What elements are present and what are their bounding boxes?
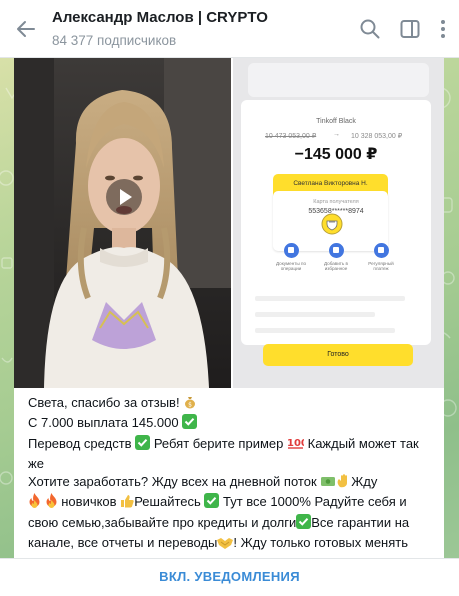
document-icon xyxy=(283,243,299,258)
fire-emoji-icon xyxy=(28,493,41,513)
star-icon xyxy=(328,243,344,258)
message-line: Жду xyxy=(351,474,378,490)
receipt-action-label: Регулярный платеж xyxy=(368,261,394,272)
chat-area: Tinkoff Black 10 473 053,00 ₽ → 10 328 0… xyxy=(0,58,459,558)
receipt-action-label: Добавить в избранное xyxy=(323,261,349,272)
done-button[interactable]: Готово xyxy=(263,344,413,366)
media-album: Tinkoff Black 10 473 053,00 ₽ → 10 328 0… xyxy=(14,58,444,388)
message-line: Решайтесь xyxy=(134,494,201,510)
receipt-screenshot[interactable]: Tinkoff Black 10 473 053,00 ₽ → 10 328 0… xyxy=(233,58,444,388)
receipt-action-documents[interactable]: Документы по операции xyxy=(271,243,311,272)
message-line: Ребят берите пример xyxy=(153,435,284,451)
receipt-recipient: Светлана Викторовна Н. xyxy=(293,180,368,187)
arrow-right-icon: → xyxy=(333,131,340,138)
hundred-points-emoji-icon: 100 xyxy=(287,436,308,455)
check-mark-emoji-icon xyxy=(135,434,151,455)
bank-logo-icon xyxy=(321,213,343,235)
channel-title[interactable]: Александр Маслов | CRYPTO xyxy=(52,9,268,26)
receipt-card-number: 553658******8974 xyxy=(308,208,364,215)
thumbs-up-emoji-icon xyxy=(120,494,134,513)
receipt-action-label: Документы по операции xyxy=(276,261,306,272)
svg-text:$: $ xyxy=(188,402,192,409)
repeat-icon xyxy=(373,243,389,258)
chat-header: Александр Маслов | CRYPTO 84 377 подписч… xyxy=(0,0,459,58)
subscriber-count: 84 377 подписчиков xyxy=(52,33,177,48)
bottom-bar: ВКЛ. УВЕДОМЛЕНИЯ xyxy=(0,558,459,596)
receipt-balance-old: 10 473 053,00 ₽ xyxy=(265,133,317,140)
message-text: Света, спасибо за отзыв! $ С 7.000 выпла… xyxy=(28,394,438,558)
message-line: новичков xyxy=(61,494,117,510)
play-icon[interactable] xyxy=(106,179,142,215)
receipt-card-label: Карта получателя xyxy=(313,199,359,205)
search-icon[interactable] xyxy=(358,17,382,41)
check-mark-emoji-icon xyxy=(204,493,220,513)
message-bubble: Tinkoff Black 10 473 053,00 ₽ → 10 328 0… xyxy=(14,58,444,558)
receipt-detail-line xyxy=(255,328,395,333)
side-panel-icon[interactable] xyxy=(398,17,422,41)
receipt-detail-line xyxy=(255,312,375,317)
video-thumbnail[interactable] xyxy=(14,58,231,388)
receipt-balance-new: 10 328 053,00 ₽ xyxy=(351,133,403,140)
message-line: Перевод средств xyxy=(28,435,132,451)
receipt-amount: −145 000 ₽ xyxy=(294,146,378,163)
fire-emoji-icon xyxy=(45,493,58,513)
receipt-action-recurring[interactable]: Регулярный платеж xyxy=(361,243,401,272)
receipt-action-favorite[interactable]: Добавить в избранное xyxy=(316,243,356,272)
message-line: Света, спасибо за отзыв! xyxy=(28,395,180,410)
message-line: С 7.000 выплата 145.000 xyxy=(28,415,179,431)
receipt-card: Tinkoff Black 10 473 053,00 ₽ → 10 328 0… xyxy=(241,100,431,345)
message-line: Хотите заработать? Жду всех на дневной п… xyxy=(28,474,317,490)
more-icon[interactable] xyxy=(431,17,455,41)
check-mark-emoji-icon xyxy=(182,414,198,434)
back-arrow-icon[interactable] xyxy=(14,17,38,41)
check-mark-emoji-icon xyxy=(296,513,312,534)
handshake-emoji-icon xyxy=(217,536,234,554)
video-frame-illustration xyxy=(14,58,231,388)
waving-hand-emoji-icon xyxy=(336,474,351,493)
receipt-detail-line xyxy=(255,296,405,301)
receipt-top-bar xyxy=(248,63,429,97)
receipt-actions: Документы по операции Добавить в избранн… xyxy=(271,243,401,287)
money-bag-emoji-icon: $ xyxy=(183,395,197,414)
money-emoji-icon xyxy=(320,475,336,493)
enable-notifications-button[interactable]: ВКЛ. УВЕДОМЛЕНИЯ xyxy=(159,569,300,584)
receipt-bank-name: Tinkoff Black xyxy=(316,118,356,125)
